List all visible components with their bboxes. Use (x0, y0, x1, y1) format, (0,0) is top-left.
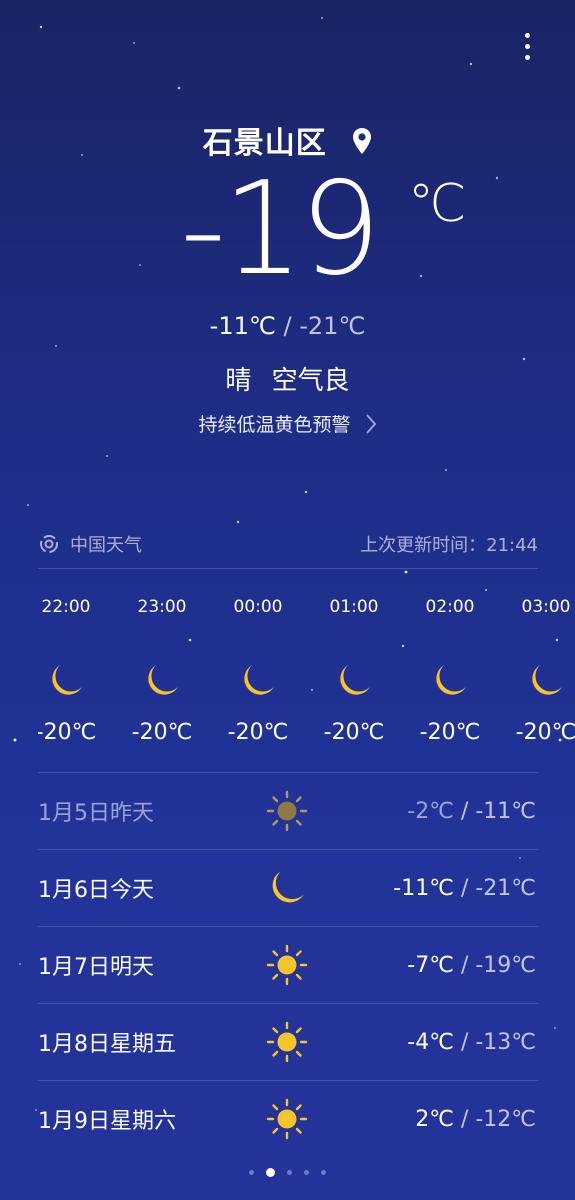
sun-icon (266, 1098, 308, 1140)
daily-date: 1月8日星期五 (38, 1032, 176, 1057)
sun-icon (266, 1021, 308, 1063)
daily-row-today[interactable]: 1月6日今天 -11℃ / -21℃ (38, 849, 538, 926)
hourly-time: 03:00 (521, 597, 571, 617)
hourly-temp: -20℃ (515, 720, 575, 745)
hourly-temp: -20℃ (323, 720, 385, 745)
hourly-item: 23:00 -20℃ (114, 590, 210, 745)
daily-temp-range: -4℃ / -13℃ (407, 1030, 536, 1055)
page-indicator (0, 1168, 575, 1177)
range-separator: / (460, 1106, 469, 1132)
moon-icon (148, 665, 178, 695)
range-separator: / (460, 875, 469, 901)
divider (38, 568, 538, 569)
source-name: 中国天气 (70, 535, 142, 556)
weather-condition-row: 晴 空气良 (0, 360, 575, 397)
location-pin-icon (353, 127, 372, 154)
current-temp-value: -19 (180, 155, 381, 304)
range-separator: / (460, 952, 469, 978)
daily-low: -13℃ (475, 1029, 536, 1055)
daily-temp-range: -11℃ / -21℃ (393, 876, 536, 901)
hourly-time: 02:00 (425, 597, 475, 617)
page-dot-active[interactable] (266, 1168, 275, 1177)
hourly-forecast-strip[interactable]: 22:00 -20℃ 23:00 -20℃ 00:00 -20℃ 01:00 -… (38, 590, 575, 760)
data-source-row: 中国天气 上次更新时间：21:44 (38, 528, 538, 560)
hourly-item: 03:00 -20℃ (498, 590, 575, 745)
daily-high: -2℃ (407, 798, 454, 824)
china-weather-logo-icon (40, 535, 58, 553)
more-options-button[interactable] (512, 26, 542, 66)
page-dot[interactable] (249, 1170, 254, 1175)
weather-alert-link[interactable]: 持续低温黄色预警 (0, 410, 575, 437)
daily-date: 1月9日星期六 (38, 1109, 176, 1134)
hourly-temp: -20℃ (419, 720, 481, 745)
moon-icon (272, 871, 304, 903)
daily-row-tomorrow[interactable]: 1月7日明天 -7℃ / -19℃ (38, 926, 538, 1003)
sun-icon (266, 944, 308, 986)
weather-condition: 晴 (225, 366, 252, 396)
chevron-right-icon (365, 413, 376, 434)
menu-dot-icon (524, 32, 530, 38)
hourly-time: 22:00 (41, 597, 91, 617)
hourly-time: 00:00 (233, 597, 283, 617)
daily-date: 1月6日今天 (38, 878, 154, 903)
menu-dot-icon (524, 54, 530, 60)
hourly-time: 23:00 (137, 597, 187, 617)
daily-temp-range: 2℃ / -12℃ (415, 1107, 536, 1132)
hourly-temp: -20℃ (227, 720, 289, 745)
daily-low: -19℃ (475, 952, 536, 978)
hourly-time: 01:00 (329, 597, 379, 617)
moon-icon (52, 665, 82, 695)
daily-row-friday[interactable]: 1月8日星期五 -4℃ / -13℃ (38, 1003, 538, 1080)
daily-high: -4℃ (407, 1029, 454, 1055)
hourly-item: 22:00 -20℃ (38, 590, 114, 745)
current-temperature: -19 ℃ (180, 160, 480, 300)
moon-icon (244, 665, 274, 695)
range-separator: / (283, 312, 292, 340)
daily-row-saturday[interactable]: 1月9日星期六 2℃ / -12℃ (38, 1080, 538, 1157)
daily-row-yesterday[interactable]: 1月5日昨天 -2℃ / -11℃ (38, 772, 538, 849)
today-temp-range: -11℃ / -21℃ (0, 312, 575, 340)
page-dot[interactable] (287, 1170, 292, 1175)
moon-icon (340, 665, 370, 695)
menu-dot-icon (524, 43, 530, 49)
today-high: -11℃ (209, 312, 276, 340)
daily-high: -11℃ (393, 875, 454, 901)
sun-icon (266, 790, 308, 832)
daily-date: 1月5日昨天 (38, 801, 154, 826)
hourly-temp: -20℃ (38, 720, 97, 745)
moon-icon (532, 665, 562, 695)
daily-high: -7℃ (407, 952, 454, 978)
moon-icon (436, 665, 466, 695)
hourly-item: 00:00 -20℃ (210, 590, 306, 745)
range-separator: / (460, 798, 469, 824)
range-separator: / (460, 1029, 469, 1055)
current-temp-unit: ℃ (408, 174, 467, 234)
daily-forecast-list: 1月5日昨天 -2℃ / -11℃ 1月6日今天 -11℃ / -21℃ 1月7… (38, 772, 538, 1157)
page-dot[interactable] (304, 1170, 309, 1175)
daily-temp-range: -2℃ / -11℃ (407, 799, 536, 824)
hourly-item: 01:00 -20℃ (306, 590, 402, 745)
daily-high: 2℃ (415, 1106, 454, 1132)
daily-date: 1月7日明天 (38, 955, 154, 980)
page-dot[interactable] (321, 1170, 326, 1175)
alert-text: 持续低温黄色预警 (198, 414, 351, 436)
hourly-temp: -20℃ (131, 720, 193, 745)
daily-low: -12℃ (475, 1106, 536, 1132)
daily-low: -11℃ (475, 798, 536, 824)
air-quality: 空气良 (271, 366, 350, 396)
last-updated: 上次更新时间：21:44 (360, 535, 538, 556)
daily-temp-range: -7℃ / -19℃ (407, 953, 536, 978)
hourly-item: 02:00 -20℃ (402, 590, 498, 745)
today-low: -21℃ (299, 312, 366, 340)
daily-low: -21℃ (475, 875, 536, 901)
